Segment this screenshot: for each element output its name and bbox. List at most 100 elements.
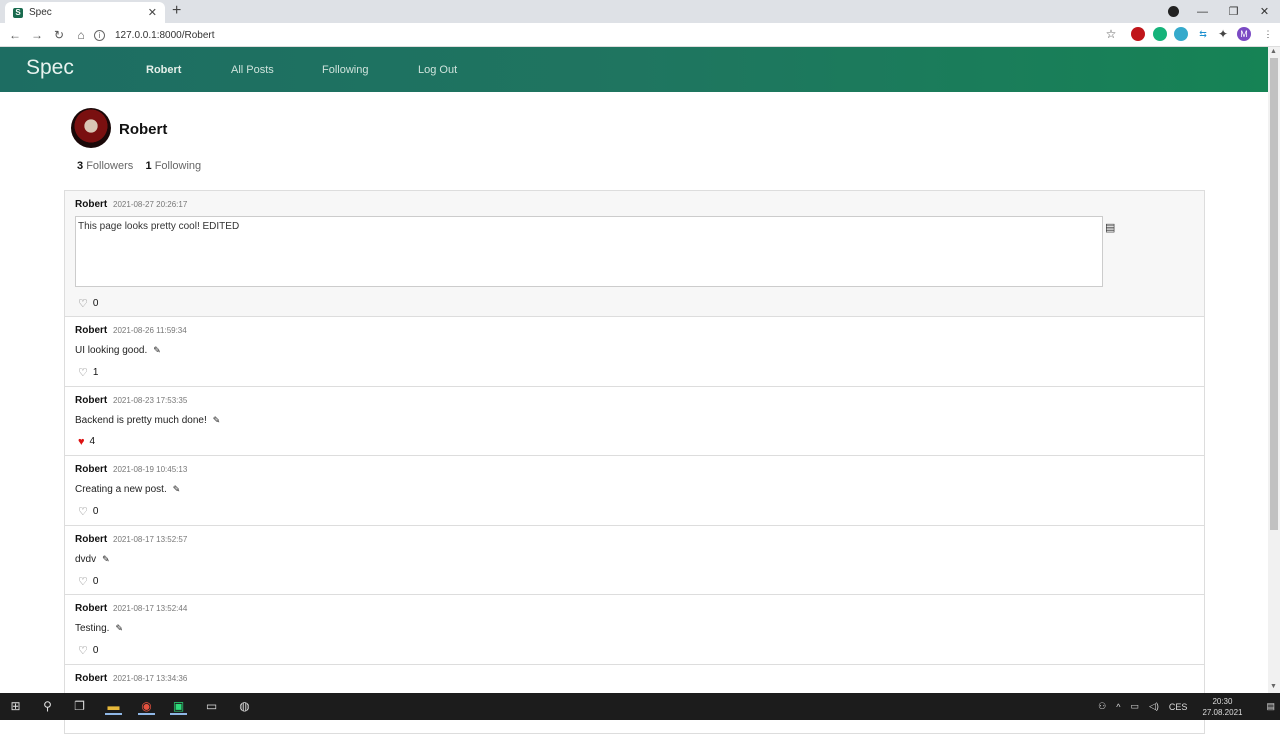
- search-icon[interactable]: ⚲: [39, 698, 56, 715]
- heart-icon[interactable]: ♡: [78, 644, 88, 657]
- like-control[interactable]: ♡ 0: [78, 297, 98, 310]
- network-icon[interactable]: ▭: [1130, 701, 1139, 712]
- heart-icon[interactable]: ♡: [78, 366, 88, 379]
- notifications-icon[interactable]: ▤: [1266, 701, 1275, 712]
- like-control[interactable]: ♡ 0: [78, 505, 98, 518]
- like-control[interactable]: ♡ 0: [78, 644, 98, 657]
- like-count: 1: [93, 367, 99, 378]
- browser-tab-bar: S Spec ✕ + — ❐ ✕: [0, 0, 1280, 23]
- browser-tab[interactable]: S Spec ✕: [5, 2, 165, 23]
- follow-stats: 3 Followers 1 Following: [77, 160, 201, 172]
- post-author[interactable]: Robert: [75, 464, 107, 475]
- edit-pencil-icon[interactable]: ✎: [173, 484, 181, 494]
- windows-start-icon[interactable]: ⊞: [7, 698, 24, 715]
- heart-icon[interactable]: ♡: [78, 575, 88, 588]
- edit-pencil-icon[interactable]: ✎: [213, 415, 221, 425]
- app-icon[interactable]: ◍: [236, 698, 253, 715]
- post-author[interactable]: Robert: [75, 673, 107, 684]
- post-text: Testing.: [75, 623, 109, 634]
- site-info-icon[interactable]: i: [94, 30, 105, 41]
- like-control[interactable]: ♡ 1: [78, 366, 98, 379]
- bookmark-star-icon[interactable]: ☆: [1104, 27, 1118, 41]
- browser-menu-icon[interactable]: ⋮: [1261, 27, 1275, 41]
- extension-translate-icon[interactable]: ⇆: [1196, 27, 1210, 41]
- post-header: Robert 2021-08-17 13:52:57: [75, 534, 1194, 545]
- site-navbar: Spec Robert All Posts Following Log Out: [0, 47, 1268, 92]
- chrome-icon[interactable]: ◉: [138, 698, 155, 715]
- minimize-icon[interactable]: —: [1187, 6, 1218, 18]
- scroll-up-icon[interactable]: ▲: [1270, 48, 1277, 55]
- like-control[interactable]: ♡ 0: [78, 575, 98, 588]
- new-tab-icon[interactable]: +: [172, 2, 181, 20]
- scroll-down-icon[interactable]: ▼: [1270, 683, 1277, 690]
- nav-link-all-posts[interactable]: All Posts: [231, 64, 274, 76]
- url-text: 127.0.0.1:8000/Robert: [115, 30, 215, 41]
- post-text: UI looking good.: [75, 345, 147, 356]
- like-count: 0: [93, 506, 99, 517]
- taskbar-clock[interactable]: 20:30 27.08.2021: [1197, 696, 1247, 718]
- tab-search-icon[interactable]: [1168, 6, 1179, 17]
- like-count: 0: [93, 645, 99, 656]
- post-text: Backend is pretty much done!: [75, 415, 207, 426]
- close-window-icon[interactable]: ✕: [1249, 5, 1280, 18]
- tab-title: Spec: [29, 7, 148, 18]
- post-timestamp: 2021-08-26 11:59:34: [113, 326, 187, 335]
- post-timestamp: 2021-08-17 13:52:57: [113, 535, 187, 544]
- people-icon[interactable]: ⚇: [1098, 701, 1106, 712]
- heart-icon[interactable]: ♡: [78, 297, 88, 310]
- post-author[interactable]: Robert: [75, 395, 107, 406]
- nav-link-logout[interactable]: Log Out: [418, 64, 457, 76]
- followers-count: 3: [77, 160, 83, 172]
- following-count: 1: [146, 160, 152, 172]
- file-explorer-icon[interactable]: ▬: [105, 698, 122, 715]
- keyboard-language[interactable]: CES: [1169, 702, 1188, 712]
- post-author[interactable]: Robert: [75, 199, 107, 210]
- save-icon[interactable]: ▤: [1105, 221, 1115, 234]
- tray-chevron-icon[interactable]: ^: [1116, 702, 1120, 712]
- task-view-icon[interactable]: ❐: [71, 698, 88, 715]
- like-control[interactable]: ♥ 4: [78, 436, 95, 448]
- url-field[interactable]: i 127.0.0.1:8000/Robert: [94, 26, 215, 44]
- post-edit-textarea[interactable]: This page looks pretty cool! EDITED: [75, 216, 1103, 287]
- post-timestamp: 2021-08-19 10:45:13: [113, 465, 187, 474]
- post-header: Robert 2021-08-17 13:34:36: [75, 673, 1194, 684]
- extension-search-icon[interactable]: [1174, 27, 1188, 41]
- terminal-icon[interactable]: ▭: [203, 698, 220, 715]
- heart-filled-icon[interactable]: ♥: [78, 436, 85, 448]
- post-text: Creating a new post.: [75, 484, 167, 495]
- reload-icon[interactable]: ↻: [48, 28, 70, 42]
- post-timestamp: 2021-08-27 20:26:17: [113, 200, 187, 209]
- post-text: dvdv: [75, 554, 96, 565]
- extensions-puzzle-icon[interactable]: ✦: [1216, 27, 1230, 41]
- edit-pencil-icon[interactable]: ✎: [102, 554, 110, 564]
- forward-icon[interactable]: →: [26, 28, 48, 42]
- post-author[interactable]: Robert: [75, 325, 107, 336]
- back-icon[interactable]: ←: [4, 28, 26, 42]
- post-author[interactable]: Robert: [75, 534, 107, 545]
- like-count: 0: [93, 298, 99, 309]
- extension-grammarly-icon[interactable]: [1153, 27, 1167, 41]
- edit-pencil-icon[interactable]: ✎: [115, 623, 123, 633]
- post-timestamp: 2021-08-23 17:53:35: [113, 396, 187, 405]
- edit-pencil-icon[interactable]: ✎: [153, 345, 161, 355]
- brand-logo[interactable]: Spec: [26, 56, 74, 80]
- post-item: Robert 2021-08-23 17:53:35 Backend is pr…: [65, 387, 1204, 457]
- tab-close-icon[interactable]: ✕: [148, 6, 157, 19]
- volume-icon[interactable]: ◁): [1149, 701, 1159, 712]
- home-icon[interactable]: ⌂: [70, 28, 92, 42]
- nav-link-following[interactable]: Following: [322, 64, 368, 76]
- restore-icon[interactable]: ❐: [1218, 5, 1249, 18]
- heart-icon[interactable]: ♡: [78, 505, 88, 518]
- extension-adblock-icon[interactable]: [1131, 27, 1145, 41]
- profile-avatar-icon[interactable]: M: [1237, 27, 1251, 41]
- scrollbar-thumb[interactable]: [1270, 58, 1278, 530]
- nav-link-profile[interactable]: Robert: [146, 64, 181, 76]
- post-item: Robert 2021-08-19 10:45:13 Creating a ne…: [65, 456, 1204, 526]
- post-content: Backend is pretty much done! ✎: [75, 415, 1194, 426]
- pycharm-icon[interactable]: ▣: [170, 698, 187, 715]
- post-item-editing: Robert 2021-08-27 20:26:17 This page loo…: [65, 191, 1204, 317]
- post-content: Creating a new post. ✎: [75, 484, 1194, 495]
- post-content: UI looking good. ✎: [75, 345, 1194, 356]
- post-author[interactable]: Robert: [75, 603, 107, 614]
- followers-label: Followers: [86, 160, 133, 172]
